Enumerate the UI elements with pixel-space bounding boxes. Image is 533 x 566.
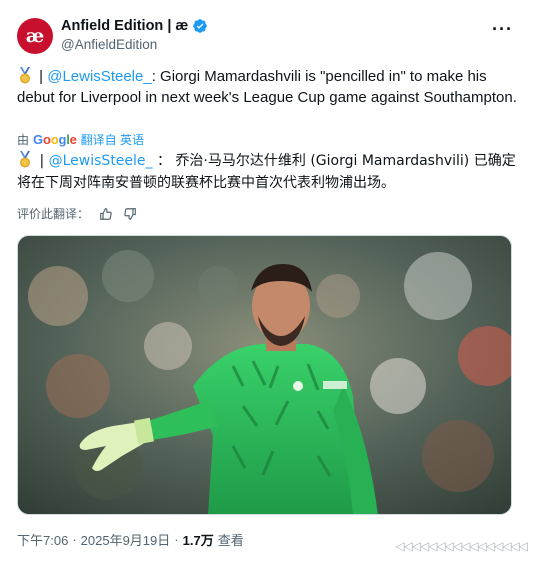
thumbs-up-icon[interactable] xyxy=(99,207,113,221)
mention-link[interactable]: @LewisSteele_ xyxy=(47,68,151,85)
medal-icon xyxy=(20,151,30,168)
tweet-text: | @LewisSteele_: Giorgi Mamardashvili is… xyxy=(17,66,517,108)
views-count[interactable]: 1.7万 xyxy=(183,530,214,549)
medal-icon xyxy=(20,67,30,84)
display-name[interactable]: Anfield Edition | æ xyxy=(61,18,188,34)
tweet-meta: 下午7:06 · 2025年9月19日 · 1.7万 查看 xyxy=(17,530,244,549)
thumbs-down-icon[interactable] xyxy=(123,207,137,221)
meta-dot: · xyxy=(174,532,179,547)
goalkeeper-photo xyxy=(18,236,511,514)
rate-translation-label: 评价此翻译： xyxy=(17,207,90,221)
tweet-card: æ Anfield Edition | æ @AnfieldEdition ··… xyxy=(0,0,533,566)
mention-link[interactable]: @LewisSteele_ xyxy=(49,153,153,169)
translated-text: | @LewisSteele_ ： 乔治·马马尔达什维利 (Giorgi Mam… xyxy=(17,150,522,194)
google-logo-icon: Google xyxy=(33,132,77,147)
separator: | xyxy=(35,153,49,169)
verified-badge-icon xyxy=(193,19,208,33)
views-label: 查看 xyxy=(217,533,244,548)
name-row[interactable]: Anfield Edition | æ xyxy=(61,18,208,34)
tweet-time[interactable]: 下午7:06 xyxy=(17,530,68,549)
handle[interactable]: @AnfieldEdition xyxy=(61,37,157,52)
avatar-letter: æ xyxy=(25,24,45,47)
watermark-logo: ◁◁◁◁◁◁◁◁◁◁◁◁◁◁◁◁ xyxy=(395,539,528,553)
meta-dot: · xyxy=(72,532,77,547)
more-options-icon[interactable]: ··· xyxy=(492,19,513,40)
tweet-date[interactable]: 2025年9月19日 xyxy=(81,530,171,549)
translated-from-link[interactable]: 翻译自 英语 xyxy=(81,131,144,148)
avatar[interactable]: æ xyxy=(17,18,53,54)
translation-attribution: 由 Google 翻译自 英语 xyxy=(17,131,144,148)
rate-translation-row: 评价此翻译： xyxy=(17,205,137,222)
tweet-photo[interactable] xyxy=(17,235,512,515)
translated-by-label: 由 xyxy=(17,133,30,147)
separator: | xyxy=(35,68,48,85)
